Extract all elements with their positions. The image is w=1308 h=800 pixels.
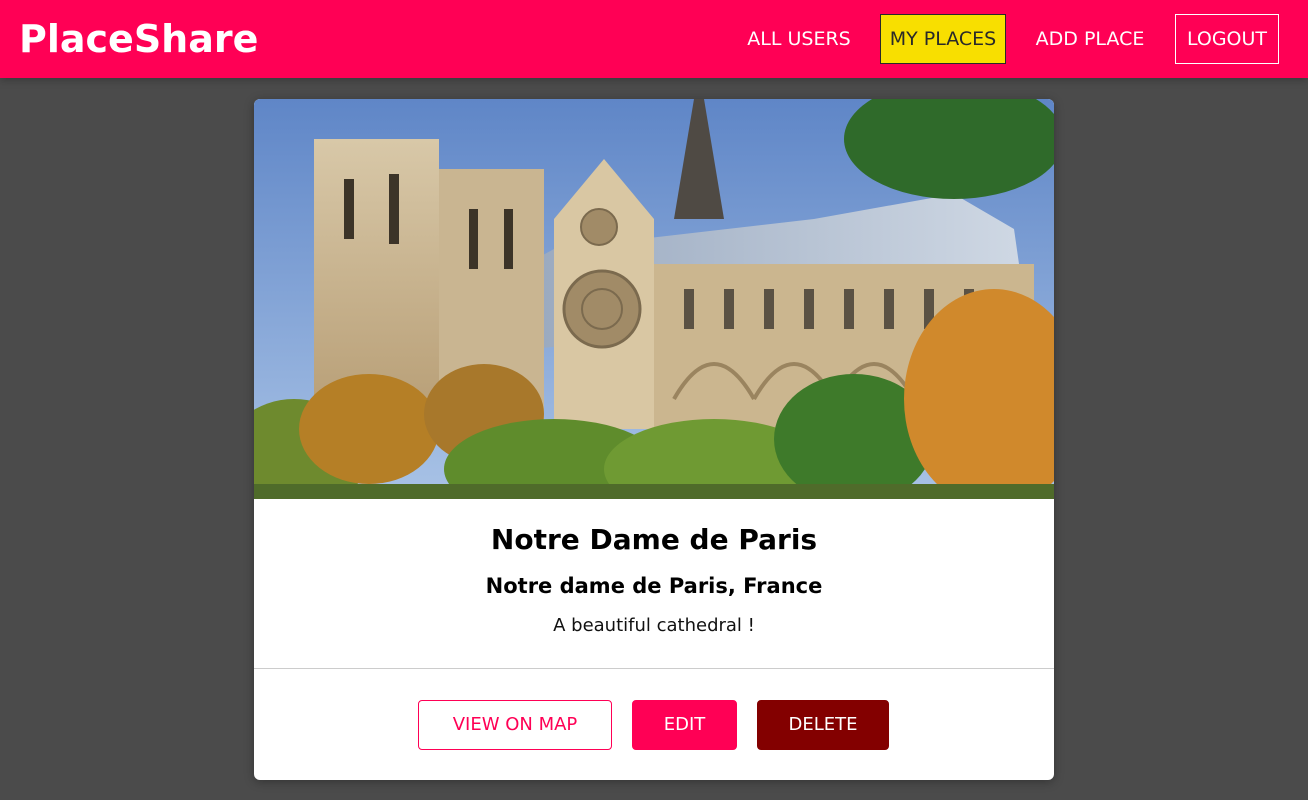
edit-button[interactable]: EDIT <box>632 700 737 750</box>
place-card: Notre Dame de Paris Notre dame de Paris,… <box>254 99 1054 780</box>
view-on-map-button[interactable]: VIEW ON MAP <box>418 700 612 750</box>
nav-add-place[interactable]: ADD PLACE <box>1026 14 1154 64</box>
nav-my-places[interactable]: MY PLACES <box>880 14 1006 64</box>
nav-all-users[interactable]: ALL USERS <box>738 14 860 64</box>
place-image <box>254 99 1054 499</box>
main-header: PlaceShare ALL USERS MY PLACES ADD PLACE… <box>0 0 1308 78</box>
place-description: A beautiful cathedral ! <box>553 615 755 636</box>
logout-button[interactable]: LOGOUT <box>1175 14 1279 64</box>
place-info: Notre Dame de Paris Notre dame de Paris,… <box>254 499 1054 669</box>
main-nav: ALL USERS MY PLACES ADD PLACE LOGOUT <box>0 0 1308 78</box>
place-title: Notre Dame de Paris <box>490 523 818 556</box>
place-address: Notre dame de Paris, France <box>485 574 823 598</box>
actions-divider <box>254 668 1054 669</box>
delete-button[interactable]: DELETE <box>757 700 889 750</box>
